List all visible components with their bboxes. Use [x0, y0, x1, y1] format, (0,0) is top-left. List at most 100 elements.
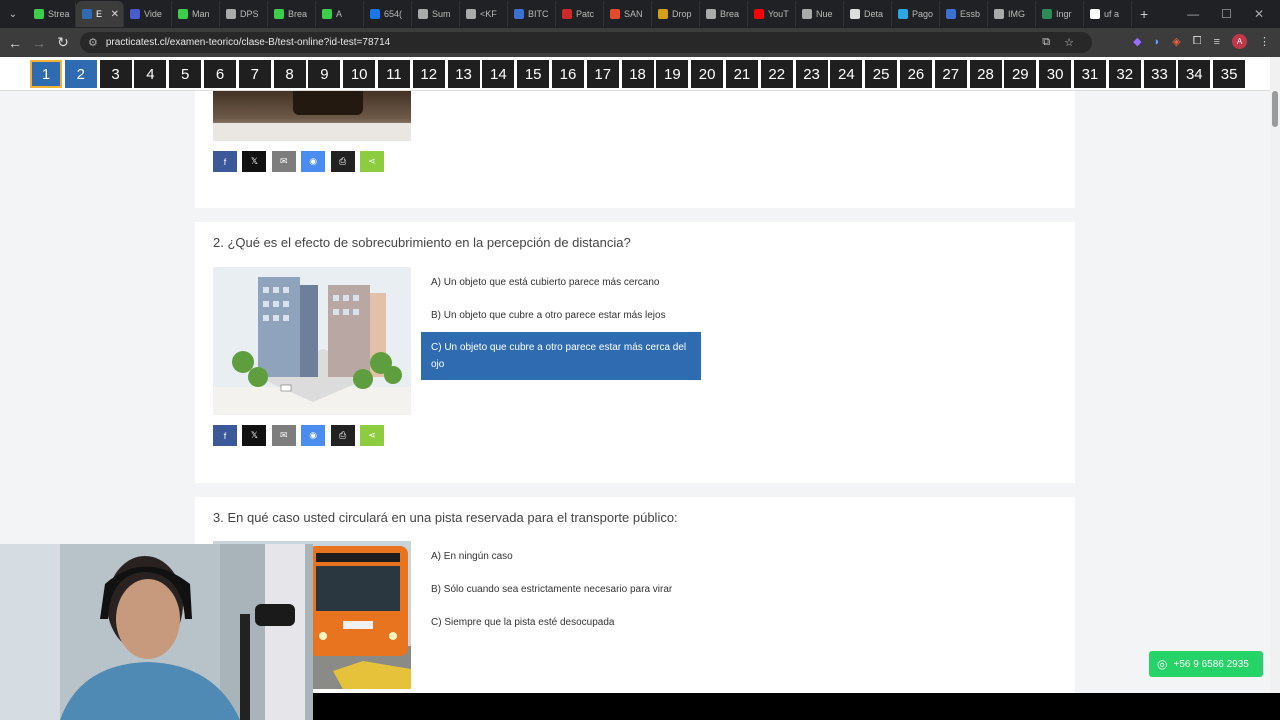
answer-option[interactable]: C) Un objeto que cubre a otro parece est… — [421, 332, 701, 380]
new-tab-button[interactable]: + — [1140, 6, 1148, 22]
question-nav-button[interactable]: 16 — [551, 60, 584, 88]
minimize-icon[interactable]: — — [1187, 7, 1199, 21]
print-share-icon[interactable]: ⎙ — [330, 425, 355, 446]
browser-tab[interactable]: SAN — [604, 1, 652, 27]
browser-tab[interactable]: Nue — [796, 1, 844, 27]
question-nav-button[interactable]: 27 — [934, 60, 967, 88]
browser-tab[interactable]: Drop — [652, 1, 700, 27]
question-nav-button[interactable]: 8 — [273, 60, 306, 88]
question-nav-button[interactable]: 3 — [99, 60, 132, 88]
browser-tab[interactable]: IMG — [988, 1, 1036, 27]
scrollbar-thumb[interactable] — [1272, 91, 1278, 127]
answer-option[interactable]: A) En ningún caso — [421, 540, 701, 573]
address-bar[interactable]: ⚙ practicatest.cl/examen-teorico/clase-B… — [80, 32, 1092, 53]
browser-tab[interactable]: A — [316, 1, 364, 27]
puzzle-icon[interactable]: ⧠ — [1193, 35, 1202, 48]
browser-tab[interactable]: Essb — [940, 1, 988, 27]
browser-tab[interactable]: Deta — [844, 1, 892, 27]
question-nav-button[interactable]: 23 — [795, 60, 828, 88]
messenger-share-icon[interactable]: ◉ — [301, 425, 326, 446]
question-nav-button[interactable]: 33 — [1143, 60, 1176, 88]
forward-icon[interactable]: → — [27, 35, 51, 51]
browser-tab[interactable]: Brea — [268, 1, 316, 27]
browser-tab[interactable]: Man — [172, 1, 220, 27]
question-nav-button[interactable]: 10 — [343, 60, 376, 88]
question-nav-button[interactable]: 28 — [969, 60, 1002, 88]
browser-tab[interactable]: Sum — [412, 1, 460, 27]
back-icon[interactable]: ← — [3, 35, 27, 51]
question-nav-button[interactable]: 22 — [760, 60, 793, 88]
print-share-icon[interactable]: ⎙ — [330, 151, 355, 172]
question-nav-button[interactable]: 4 — [134, 60, 167, 88]
question-nav-button[interactable]: 17 — [586, 60, 619, 88]
close-window-icon[interactable]: ✕ — [1254, 7, 1264, 21]
question-nav-button[interactable]: 26 — [899, 60, 932, 88]
question-nav-button[interactable]: 34 — [1178, 60, 1211, 88]
twitter-share-icon[interactable]: 𝕏 — [242, 425, 267, 446]
question-nav-button[interactable]: 9 — [308, 60, 341, 88]
email-share-icon[interactable]: ✉ — [271, 425, 296, 446]
browser-tab[interactable]: BITC — [508, 1, 556, 27]
tab-close-icon[interactable]: ✕ — [111, 9, 119, 20]
question-nav-button[interactable]: 7 — [238, 60, 271, 88]
question-nav-button[interactable]: 12 — [412, 60, 445, 88]
page-scrollbar[interactable] — [1270, 57, 1280, 693]
answer-option[interactable]: C) Siempre que la pista esté desocupada — [421, 606, 701, 639]
question-nav-button[interactable]: 24 — [830, 60, 863, 88]
extension-icon[interactable]: ◆ — [1133, 35, 1141, 48]
bookmark-star-icon[interactable]: ☆ — [1064, 36, 1074, 49]
reading-list-icon[interactable]: ≡ — [1214, 36, 1220, 48]
question-nav-button[interactable]: 20 — [691, 60, 724, 88]
browser-tab[interactable]: E ✕ — [76, 1, 124, 27]
reload-icon[interactable]: ↻ — [51, 34, 75, 51]
question-nav-button[interactable]: 2 — [64, 60, 97, 88]
maximize-icon[interactable]: ☐ — [1221, 7, 1232, 21]
question-nav-button[interactable]: 15 — [517, 60, 550, 88]
browser-tab[interactable]: Vide — [124, 1, 172, 27]
question-nav-button[interactable]: 13 — [447, 60, 480, 88]
question-nav-button[interactable]: 18 — [621, 60, 654, 88]
browser-tab[interactable]: uf a — [1084, 1, 1132, 27]
tab-search-icon[interactable]: ⌄ — [4, 5, 22, 23]
question-nav-button[interactable]: 19 — [656, 60, 689, 88]
question-nav-button[interactable]: 21 — [725, 60, 758, 88]
profile-avatar[interactable]: A — [1232, 34, 1247, 49]
install-app-icon[interactable]: ⧉ — [1042, 36, 1050, 49]
question-nav-button[interactable]: 30 — [1039, 60, 1072, 88]
browser-tab[interactable]: Pago — [892, 1, 940, 27]
question-nav-button[interactable]: 35 — [1213, 60, 1246, 88]
answer-option[interactable]: B) Un objeto que cubre a otro parece est… — [421, 299, 701, 332]
facebook-share-icon[interactable]: f — [213, 425, 237, 446]
question-nav-button[interactable]: 11 — [377, 60, 410, 88]
question-nav-button[interactable]: 5 — [169, 60, 202, 88]
extension-icon[interactable]: ◗ — [1154, 36, 1161, 48]
question-nav-button[interactable]: 29 — [1004, 60, 1037, 88]
browser-tab[interactable]: Patc — [556, 1, 604, 27]
question-nav-button[interactable]: 32 — [1108, 60, 1141, 88]
question-nav-button[interactable]: 1 — [30, 60, 62, 88]
facebook-share-icon[interactable]: f — [213, 151, 237, 172]
twitter-share-icon[interactable]: 𝕏 — [242, 151, 267, 172]
question-nav-button[interactable]: 6 — [203, 60, 236, 88]
question-nav-button[interactable]: 25 — [865, 60, 898, 88]
whatsapp-button[interactable]: ◎ +56 9 6586 2935 — [1149, 651, 1263, 677]
question-nav-button[interactable]: 14 — [482, 60, 515, 88]
question-nav-button[interactable]: 31 — [1073, 60, 1106, 88]
site-info-icon[interactable]: ⚙ — [88, 36, 98, 49]
sharethis-share-icon[interactable]: ⋖ — [359, 425, 384, 446]
browser-tab[interactable]: Strea — [28, 1, 76, 27]
browser-tab[interactable]: Ingr — [1036, 1, 1084, 27]
browser-tab[interactable]: DPS — [220, 1, 268, 27]
browser-tab[interactable]: YouT — [748, 1, 796, 27]
browser-tab[interactable]: Brea — [700, 1, 748, 27]
browser-tab[interactable]: 654( — [364, 1, 412, 27]
extension-icon[interactable]: ◈ — [1172, 35, 1180, 48]
tab-label: Brea — [288, 9, 308, 19]
browser-menu-icon[interactable]: ⋮ — [1259, 35, 1270, 48]
email-share-icon[interactable]: ✉ — [271, 151, 296, 172]
answer-option[interactable]: A) Un objeto que está cubierto parece má… — [421, 266, 701, 299]
sharethis-share-icon[interactable]: ⋖ — [359, 151, 384, 172]
browser-tab[interactable]: <KF — [460, 1, 508, 27]
answer-option[interactable]: B) Sólo cuando sea estrictamente necesar… — [421, 573, 701, 606]
messenger-share-icon[interactable]: ◉ — [301, 151, 326, 172]
